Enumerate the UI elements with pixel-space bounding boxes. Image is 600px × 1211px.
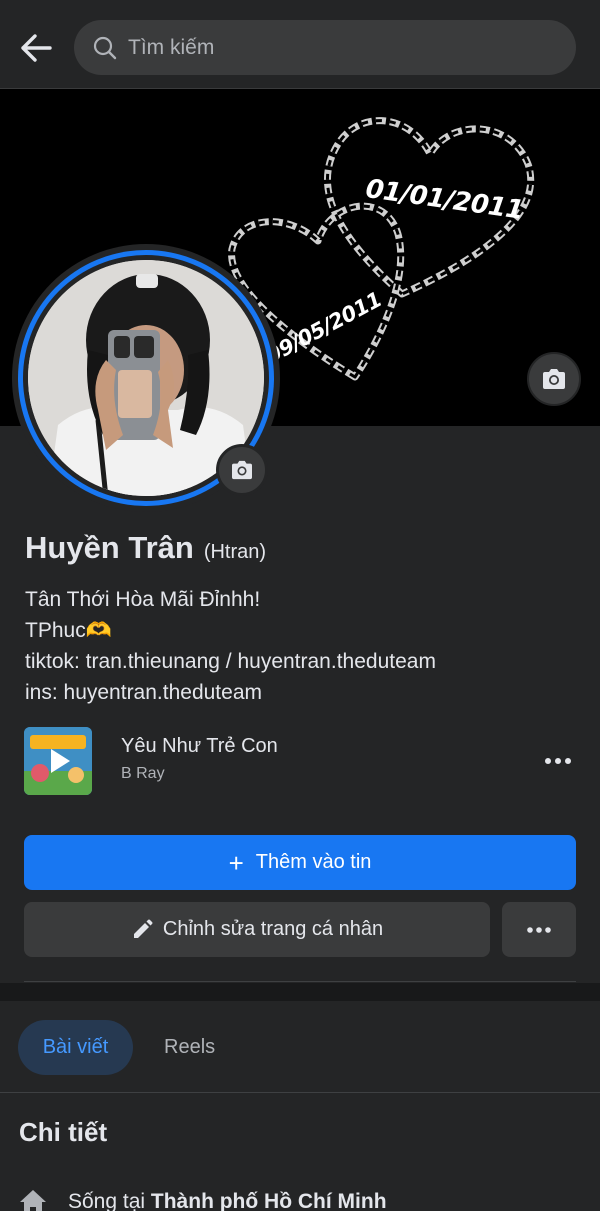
more-horizontal-icon bbox=[545, 758, 571, 764]
detail-lives-prefix: Sống tại bbox=[68, 1190, 151, 1211]
detail-lives-city[interactable]: Thành phố Hồ Chí Minh bbox=[151, 1190, 387, 1211]
add-to-story-button[interactable]: + Thêm vào tin bbox=[24, 835, 576, 890]
music-artist: B Ray bbox=[121, 765, 165, 782]
bio-line[interactable]: ins: huyentran.theduteam bbox=[25, 677, 436, 708]
more-horizontal-icon bbox=[527, 926, 551, 933]
music-more-button[interactable] bbox=[540, 743, 576, 779]
arrow-left-icon bbox=[21, 34, 52, 62]
camera-icon bbox=[232, 460, 252, 480]
bio-line: TPhuc🫶 bbox=[25, 619, 112, 642]
back-button[interactable] bbox=[14, 26, 58, 70]
music-title: Yêu Như Trẻ Con bbox=[121, 735, 278, 757]
profile-name: Huyền Trân bbox=[25, 530, 194, 565]
tab-posts[interactable]: Bài viết bbox=[18, 1020, 133, 1075]
search-placeholder: Tìm kiếm bbox=[128, 35, 215, 59]
camera-icon bbox=[543, 369, 565, 389]
divider bbox=[0, 1092, 600, 1093]
add-to-story-label: Thêm vào tin bbox=[255, 851, 372, 873]
plus-icon: + bbox=[228, 847, 244, 878]
home-icon bbox=[18, 1186, 50, 1211]
profile-tabs: Bài viết Reels bbox=[0, 1001, 600, 1093]
profile-nickname: (Htran) bbox=[203, 541, 267, 563]
search-icon bbox=[92, 35, 118, 61]
cover-camera-button[interactable] bbox=[527, 352, 581, 406]
details-heading: Chi tiết bbox=[19, 1117, 108, 1147]
search-input[interactable]: Tìm kiếm bbox=[74, 20, 576, 75]
edit-profile-label: Chỉnh sửa trang cá nhân bbox=[162, 918, 384, 940]
bio-line: Tân Thới Hòa Mãi Đỉnhh! bbox=[25, 588, 261, 611]
detail-lives-in: Sống tại Thành phố Hồ Chí Minh bbox=[18, 1186, 387, 1211]
profile-name-row: Huyền Trân (Htran) bbox=[25, 530, 266, 566]
profile-more-button[interactable] bbox=[502, 902, 576, 957]
bio-line[interactable]: tiktok: tran.thieunang / huyentran.thedu… bbox=[25, 646, 436, 677]
music-album-art[interactable] bbox=[24, 727, 92, 795]
divider bbox=[24, 981, 576, 982]
profile-bio: Tân Thới Hòa Mãi Đỉnhh! TPhuc🫶 tiktok: t… bbox=[25, 584, 436, 708]
tab-reels[interactable]: Reels bbox=[152, 1020, 227, 1075]
pencil-icon bbox=[131, 919, 153, 941]
section-separator bbox=[0, 983, 600, 1001]
top-bar: Tìm kiếm bbox=[0, 0, 600, 88]
profile-music[interactable]: Yêu Như Trẻ Con B Ray bbox=[24, 727, 576, 795]
avatar-camera-button[interactable] bbox=[216, 444, 268, 496]
edit-profile-button[interactable]: Chỉnh sửa trang cá nhân bbox=[24, 902, 490, 957]
